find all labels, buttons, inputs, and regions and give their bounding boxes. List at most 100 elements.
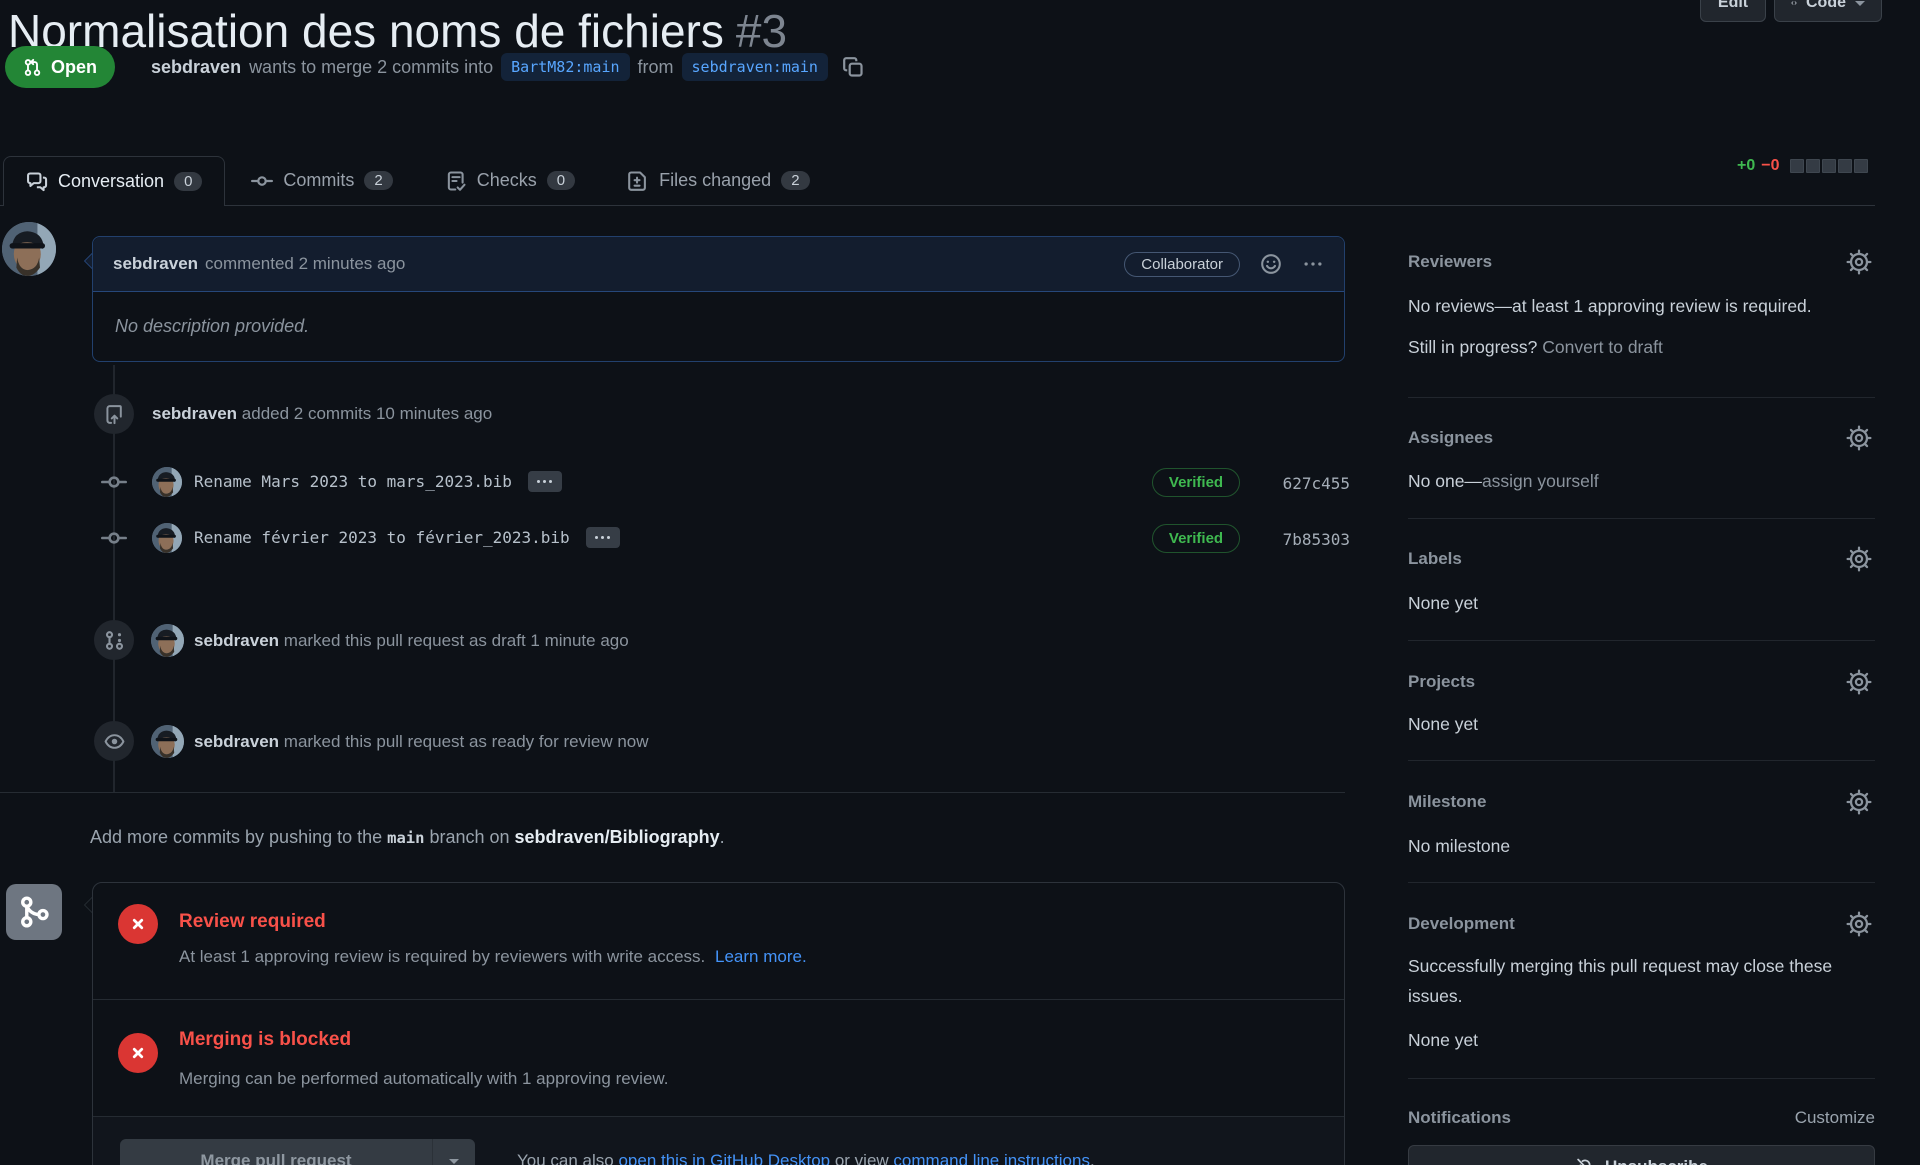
tab-label: Conversation (58, 171, 164, 192)
sidebar-divider (1408, 1078, 1875, 1079)
push-note: Add more commits by pushing to the main … (90, 827, 725, 848)
emoji-reaction-icon[interactable] (1260, 253, 1282, 275)
command-line-link[interactable]: command line instructions (893, 1151, 1090, 1165)
merge-options-button[interactable] (432, 1139, 475, 1165)
event-draft: sebdraven marked this pull request as dr… (194, 631, 629, 651)
sidebar-notifications-title: Notifications (1408, 1108, 1511, 1128)
event-text: added 2 commits 10 minutes ago (242, 404, 492, 423)
commit-sha-link[interactable]: 627c455 (1272, 474, 1350, 493)
github-desktop-link[interactable]: open this in GitHub Desktop (618, 1151, 830, 1165)
chevron-down-icon (449, 1159, 459, 1164)
tab-commits[interactable]: Commits 2 (225, 156, 418, 205)
assign-yourself-link[interactable]: assign yourself (1482, 471, 1599, 491)
eye-icon (104, 731, 125, 752)
push-note-repo: sebdraven/Bibliography (515, 827, 720, 847)
git-commit-icon (101, 525, 127, 551)
tab-count: 2 (781, 171, 809, 190)
avatar[interactable] (151, 624, 184, 657)
verified-badge[interactable]: Verified (1152, 524, 1240, 553)
event-author-link[interactable]: sebdraven (194, 732, 279, 751)
avatar[interactable] (151, 725, 184, 758)
commit-expand-button[interactable] (586, 527, 620, 548)
avatar[interactable] (152, 467, 182, 497)
convert-to-draft-link[interactable]: Convert to draft (1542, 337, 1663, 357)
verified-badge[interactable]: Verified (1152, 468, 1240, 497)
tab-label: Files changed (659, 170, 771, 191)
gear-icon[interactable] (1846, 911, 1872, 937)
comment-discussion-icon (26, 171, 48, 193)
gear-icon[interactable] (1846, 669, 1872, 695)
author-link[interactable]: sebdraven (151, 57, 241, 78)
sidebar-divider (1408, 882, 1875, 883)
merge-sentence: sebdraven wants to merge 2 commits into … (151, 53, 864, 81)
projects-body: None yet (1408, 709, 1478, 739)
event-author-link[interactable]: sebdraven (152, 404, 237, 423)
unsubscribe-button[interactable]: Unsubscribe (1408, 1145, 1875, 1165)
sidebar-assignees-title: Assignees (1408, 428, 1493, 448)
commit-message-link[interactable]: Rename février 2023 to février_2023.bib (194, 528, 570, 547)
timeline-divider (0, 792, 1345, 793)
avatar[interactable] (152, 523, 182, 553)
from-word: from (638, 57, 674, 78)
learn-more-link[interactable]: Learn more. (715, 947, 807, 966)
commit-message-link[interactable]: Rename Mars 2023 to mars_2023.bib (194, 472, 512, 491)
gear-icon[interactable] (1846, 789, 1872, 815)
git-commit-icon (101, 469, 127, 495)
sidebar: Reviewers No reviews—at least 1 approvin… (1408, 0, 1875, 1165)
development-body: Successfully merging this pull request m… (1408, 951, 1875, 1011)
commit-sha-link[interactable]: 7b85303 (1272, 530, 1350, 549)
gear-icon[interactable] (1846, 249, 1872, 275)
comment-author-link[interactable]: sebdraven (113, 254, 198, 274)
comment-meta: commented 2 minutes ago (205, 254, 405, 274)
alt-middle: or view (830, 1151, 893, 1165)
event-pushed: sebdraven added 2 commits 10 minutes ago (152, 404, 492, 424)
base-branch-label[interactable]: BartM82:main (501, 53, 629, 81)
pr-state-row: Open sebdraven wants to merge 2 commits … (5, 46, 864, 88)
collaborator-badge: Collaborator (1124, 252, 1240, 277)
merge-pull-request-button[interactable]: Merge pull request (120, 1139, 475, 1165)
progress-prefix: Still in progress? (1408, 337, 1542, 357)
review-required-title: Review required (179, 911, 326, 933)
ready-event-badge (94, 721, 134, 761)
pull-request-icon (23, 58, 42, 77)
sidebar-milestone-title: Milestone (1408, 792, 1486, 812)
tab-conversation[interactable]: Conversation 0 (3, 156, 225, 206)
x-circle-icon (118, 1033, 158, 1073)
event-author-link[interactable]: sebdraven (194, 631, 279, 650)
customize-link[interactable]: Customize (1795, 1108, 1875, 1128)
git-commit-icon (251, 170, 273, 192)
merging-blocked-body: Merging can be performed automatically w… (179, 1069, 668, 1089)
tab-label: Checks (477, 170, 537, 191)
copy-icon[interactable] (842, 56, 864, 78)
sidebar-divider (1408, 518, 1875, 519)
commit-row: Rename février 2023 to février_2023.bib (194, 527, 620, 548)
git-merge-badge (6, 884, 62, 940)
draft-event-badge (94, 620, 134, 660)
avatar[interactable] (2, 222, 56, 276)
merge-action-text: wants to merge 2 commits into (249, 57, 493, 78)
gear-icon[interactable] (1846, 425, 1872, 451)
repo-push-badge (94, 394, 134, 434)
comment-body: No description provided. (93, 292, 1344, 361)
bell-slash-icon (1575, 1157, 1595, 1165)
assignees-body: No one—assign yourself (1408, 466, 1599, 496)
tab-count: 0 (547, 171, 575, 190)
reviewers-progress: Still in progress? Convert to draft (1408, 332, 1663, 362)
tab-count: 0 (174, 172, 202, 191)
tabs: Conversation 0 Commits 2 Checks 0 Files … (3, 156, 836, 205)
commit-expand-button[interactable] (528, 471, 562, 492)
tab-files-changed[interactable]: Files changed 2 (601, 156, 835, 205)
labels-body: None yet (1408, 588, 1478, 618)
merge-alternatives: You can also open this in GitHub Desktop… (517, 1151, 1095, 1165)
tab-checks[interactable]: Checks 0 (419, 156, 601, 205)
comment-arrow (76, 253, 92, 269)
status-badge: Open (5, 46, 115, 88)
gear-icon[interactable] (1846, 546, 1872, 572)
review-required-body: At least 1 approving review is required … (179, 947, 807, 967)
review-required-text: At least 1 approving review is required … (179, 947, 705, 966)
event-ready: sebdraven marked this pull request as re… (194, 732, 649, 752)
kebab-menu-icon[interactable] (1302, 253, 1324, 275)
sidebar-divider (1408, 760, 1875, 761)
merge-box-divider (93, 999, 1344, 1000)
head-branch-label[interactable]: sebdraven:main (682, 53, 828, 81)
